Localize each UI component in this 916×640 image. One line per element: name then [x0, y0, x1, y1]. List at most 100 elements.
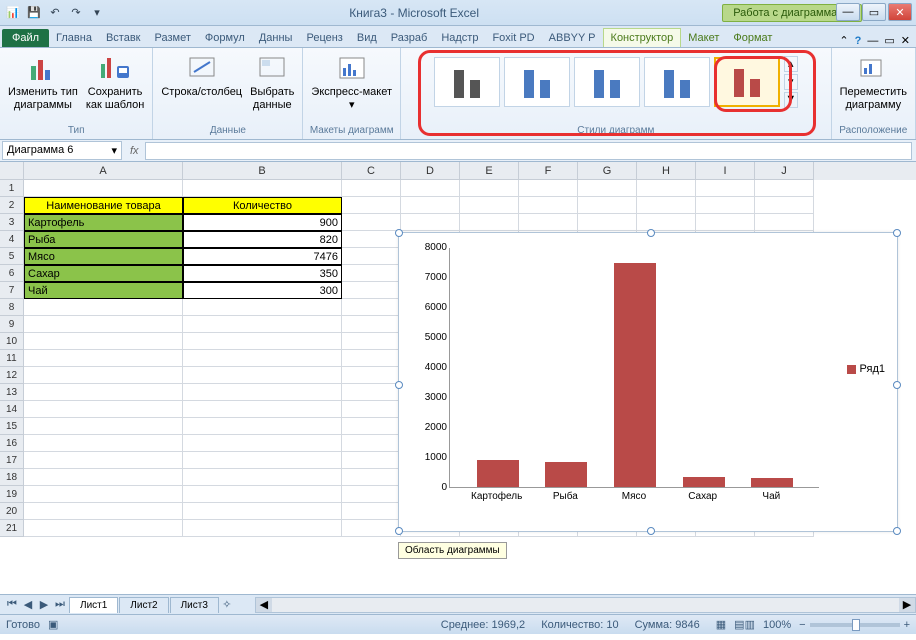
- chart-bar-2[interactable]: [614, 263, 656, 487]
- col-header-H[interactable]: H: [637, 162, 696, 180]
- qat-dropdown-icon[interactable]: ▾: [88, 4, 106, 22]
- row-header-21[interactable]: 21: [0, 520, 24, 537]
- switch-row-column-button[interactable]: Строка/столбец: [157, 50, 246, 114]
- col-header-D[interactable]: D: [401, 162, 460, 180]
- cell-A6[interactable]: Сахар: [24, 265, 183, 282]
- row-header-2[interactable]: 2: [0, 197, 24, 214]
- macro-record-icon[interactable]: ▣: [48, 618, 58, 631]
- zoom-out-button[interactable]: −: [799, 619, 805, 631]
- fx-button[interactable]: fx: [124, 145, 145, 157]
- chart-plot-area[interactable]: [449, 248, 819, 488]
- zoom-thumb[interactable]: [852, 619, 860, 631]
- row-header-4[interactable]: 4: [0, 231, 24, 248]
- col-header-I[interactable]: I: [696, 162, 755, 180]
- chart-handle-ne[interactable]: [893, 229, 901, 237]
- tab-home[interactable]: Главна: [49, 29, 99, 47]
- row-header-6[interactable]: 6: [0, 265, 24, 282]
- tab-chart-design[interactable]: Конструктор: [603, 28, 682, 47]
- row-header-1[interactable]: 1: [0, 180, 24, 197]
- formula-input[interactable]: [145, 142, 912, 160]
- horizontal-scrollbar[interactable]: ◀ ▶: [255, 597, 916, 613]
- cell-A5[interactable]: Мясо: [24, 248, 183, 265]
- row-header-16[interactable]: 16: [0, 435, 24, 452]
- row-header-12[interactable]: 12: [0, 367, 24, 384]
- new-sheet-icon[interactable]: ✧: [219, 597, 235, 613]
- sheet-tab-3[interactable]: Лист3: [170, 597, 219, 613]
- row-header-17[interactable]: 17: [0, 452, 24, 469]
- doc-restore-icon[interactable]: ▭: [884, 34, 894, 47]
- col-header-A[interactable]: A: [24, 162, 183, 180]
- select-data-button[interactable]: Выбрать данные: [246, 50, 298, 114]
- change-chart-type-button[interactable]: Изменить тип диаграммы: [4, 50, 82, 114]
- row-header-7[interactable]: 7: [0, 282, 24, 299]
- zoom-level[interactable]: 100%: [763, 619, 791, 631]
- chart-handle-nw[interactable]: [395, 229, 403, 237]
- name-box[interactable]: Диаграмма 6▾: [2, 141, 122, 160]
- sheet-nav-prev-icon[interactable]: ◀: [20, 597, 36, 613]
- chart-handle-s[interactable]: [647, 527, 655, 535]
- chart-style-5-selected[interactable]: [714, 57, 780, 107]
- move-chart-button[interactable]: Переместить диаграмму: [836, 50, 911, 114]
- cell-A3[interactable]: Картофель: [24, 214, 183, 231]
- excel-icon[interactable]: 📊: [4, 4, 22, 22]
- cell-B4[interactable]: 820: [183, 231, 342, 248]
- cell-B3[interactable]: 900: [183, 214, 342, 231]
- tab-abbyy[interactable]: ABBYY P: [542, 29, 603, 47]
- help-button[interactable]: ?: [855, 35, 862, 47]
- undo-button[interactable]: ↶: [46, 4, 64, 22]
- chart-bar-0[interactable]: [477, 460, 519, 487]
- quick-layout-button[interactable]: Экспресс-макет▾: [307, 50, 396, 114]
- chart-style-4[interactable]: [644, 57, 710, 107]
- save-button[interactable]: 💾: [25, 4, 43, 22]
- cell-B7[interactable]: 300: [183, 282, 342, 299]
- chart-style-3[interactable]: [574, 57, 640, 107]
- row-header-8[interactable]: 8: [0, 299, 24, 316]
- view-page-layout-icon[interactable]: ▤: [734, 618, 744, 631]
- chart-legend[interactable]: Ряд1: [847, 363, 885, 375]
- chart-handle-n[interactable]: [647, 229, 655, 237]
- cell-A4[interactable]: Рыба: [24, 231, 183, 248]
- chart-style-1[interactable]: [434, 57, 500, 107]
- col-header-J[interactable]: J: [755, 162, 814, 180]
- col-header-G[interactable]: G: [578, 162, 637, 180]
- save-as-template-button[interactable]: Сохранить как шаблон: [82, 50, 149, 114]
- row-header-15[interactable]: 15: [0, 418, 24, 435]
- scroll-right-icon[interactable]: ▶: [899, 598, 915, 612]
- sheet-nav-first-icon[interactable]: ⏮: [4, 597, 20, 613]
- chart-bar-4[interactable]: [751, 478, 793, 487]
- name-box-dropdown-icon[interactable]: ▾: [111, 144, 117, 157]
- minimize-ribbon-icon[interactable]: ⌃: [839, 34, 848, 47]
- chart-bar-1[interactable]: [545, 462, 587, 487]
- scroll-left-icon[interactable]: ◀: [256, 598, 272, 612]
- gallery-more-icon[interactable]: ▼: [784, 92, 798, 108]
- view-normal-icon[interactable]: ▦: [716, 618, 726, 631]
- tab-chart-layout[interactable]: Макет: [681, 29, 726, 47]
- row-header-13[interactable]: 13: [0, 384, 24, 401]
- chart-handle-w[interactable]: [395, 381, 403, 389]
- row-header-9[interactable]: 9: [0, 316, 24, 333]
- sheet-tab-1[interactable]: Лист1: [69, 597, 118, 613]
- cell-A7[interactable]: Чай: [24, 282, 183, 299]
- cell-A2[interactable]: Наименование товара: [24, 197, 183, 214]
- tab-addins[interactable]: Надстр: [434, 29, 485, 47]
- row-header-20[interactable]: 20: [0, 503, 24, 520]
- select-all-corner[interactable]: [0, 162, 24, 180]
- sheet-nav-next-icon[interactable]: ▶: [36, 597, 52, 613]
- tab-chart-format[interactable]: Формат: [726, 29, 779, 47]
- col-header-B[interactable]: B: [183, 162, 342, 180]
- minimize-button[interactable]: —: [836, 3, 860, 21]
- sheet-tab-2[interactable]: Лист2: [119, 597, 168, 613]
- tab-review[interactable]: Реценз: [299, 29, 349, 47]
- row-header-14[interactable]: 14: [0, 401, 24, 418]
- cell-B6[interactable]: 350: [183, 265, 342, 282]
- close-button[interactable]: ✕: [888, 3, 912, 21]
- gallery-scroll-down-icon[interactable]: ▾: [784, 74, 798, 90]
- tab-view[interactable]: Вид: [350, 29, 384, 47]
- col-header-E[interactable]: E: [460, 162, 519, 180]
- doc-minimize-icon[interactable]: —: [867, 35, 878, 47]
- tab-data[interactable]: Данны: [252, 29, 300, 47]
- chart-style-2[interactable]: [504, 57, 570, 107]
- sheet-nav-last-icon[interactable]: ⏭: [52, 597, 68, 613]
- embedded-chart[interactable]: 010002000300040005000600070008000 Картоф…: [398, 232, 898, 532]
- tab-file[interactable]: Файл: [2, 29, 49, 47]
